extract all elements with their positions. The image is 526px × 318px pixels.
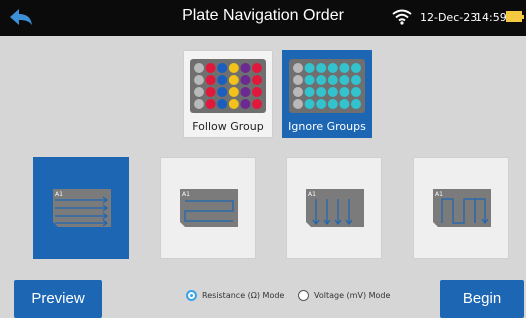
pattern-columns-serpentine[interactable]: A1 — [413, 157, 509, 259]
well-a1-label: A1 — [55, 191, 63, 198]
well-a1-label: A1 — [182, 191, 190, 198]
resistance-mode-radio[interactable]: Resistance (Ω) Mode — [186, 290, 284, 301]
well-a1-label: A1 — [435, 191, 443, 198]
battery-icon — [506, 11, 524, 22]
plate-well — [228, 99, 239, 109]
ignore-groups-button[interactable]: Ignore Groups — [282, 50, 372, 138]
pattern-columns-top-to-bottom[interactable]: A1 — [286, 157, 382, 259]
plate-well — [228, 75, 239, 85]
plate-well — [228, 87, 239, 97]
plate-well — [304, 63, 315, 73]
plate-well — [217, 75, 228, 85]
plate-well — [194, 75, 204, 85]
plate-well — [327, 87, 338, 97]
follow-group-plate-icon — [190, 59, 266, 113]
plate-well — [327, 63, 338, 73]
plate-well — [351, 99, 361, 109]
plate-well — [194, 99, 204, 109]
voltage-mode-radio[interactable]: Voltage (mV) Mode — [298, 290, 390, 301]
plate-well — [339, 87, 350, 97]
plate-well — [304, 99, 315, 109]
plate-well — [205, 75, 216, 85]
plate-well — [217, 87, 228, 97]
plate-well — [205, 99, 216, 109]
plate-well — [205, 63, 216, 73]
plate-well — [339, 63, 350, 73]
serpentine-columns-icon: A1 — [433, 189, 491, 227]
plate-well — [339, 99, 350, 109]
plate-well — [316, 75, 327, 85]
follow-group-label: Follow Group — [192, 120, 264, 133]
serpentine-rows-icon: A1 — [180, 189, 238, 227]
plate-well — [327, 99, 338, 109]
radio-unselected-indicator — [298, 290, 309, 301]
plate-well — [217, 99, 228, 109]
plate-well — [316, 63, 327, 73]
pattern-rows-left-to-right[interactable]: A1 — [33, 157, 129, 259]
plate-well — [293, 99, 303, 109]
plate-well — [252, 87, 262, 97]
time-display: 14:59 — [475, 11, 507, 24]
resistance-mode-label: Resistance (Ω) Mode — [202, 291, 285, 300]
plate-well — [293, 63, 303, 73]
rows-arrows-icon: A1 — [53, 189, 111, 227]
plate-well — [293, 75, 303, 85]
ignore-groups-plate-icon — [289, 59, 365, 113]
plate-well — [194, 63, 204, 73]
plate-well — [351, 87, 361, 97]
pattern-rows-serpentine[interactable]: A1 — [160, 157, 256, 259]
wifi-icon — [392, 9, 412, 25]
plate-well — [351, 63, 361, 73]
top-bar: Plate Navigation Order 12-Dec-23 14:59 — [0, 0, 526, 36]
plate-well — [304, 75, 315, 85]
plate-well — [240, 99, 251, 109]
voltage-mode-label: Voltage (mV) Mode — [314, 291, 391, 300]
begin-button[interactable]: Begin — [440, 280, 524, 318]
plate-well — [304, 87, 315, 97]
plate-well — [293, 87, 303, 97]
plate-well — [240, 63, 251, 73]
plate-well — [252, 75, 262, 85]
plate-well — [194, 87, 204, 97]
plate-well — [316, 99, 327, 109]
plate-well — [351, 75, 361, 85]
plate-well — [240, 75, 251, 85]
plate-well — [316, 87, 327, 97]
plate-well — [327, 75, 338, 85]
plate-well — [217, 63, 228, 73]
plate-well — [339, 75, 350, 85]
follow-group-button[interactable]: Follow Group — [183, 50, 273, 138]
ignore-groups-label: Ignore Groups — [288, 120, 366, 133]
plate-well — [228, 63, 239, 73]
well-a1-label: A1 — [308, 191, 316, 198]
preview-button[interactable]: Preview — [14, 280, 102, 318]
plate-well — [240, 87, 251, 97]
plate-well — [252, 99, 262, 109]
plate-well — [205, 87, 216, 97]
date-display: 12-Dec-23 — [420, 11, 478, 24]
plate-well — [252, 63, 262, 73]
radio-selected-indicator — [186, 290, 197, 301]
columns-arrows-icon: A1 — [306, 189, 364, 227]
